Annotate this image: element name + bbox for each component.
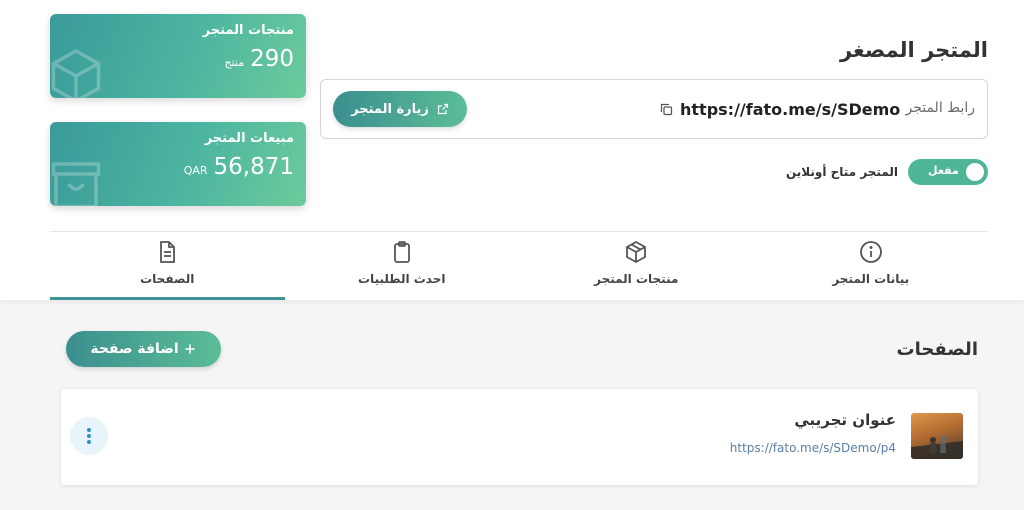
store-url-label: رابط المتجر [905,100,975,116]
online-label: المتجر متاح أونلاين [785,165,898,179]
tab-store-info[interactable]: بيانات المتجر [754,232,989,300]
box-icon [626,240,647,264]
document-icon [160,241,176,263]
page-title: المتجر المصغر [839,38,988,62]
pages-section-title: الصفحات [896,339,978,360]
external-link-icon [437,103,448,115]
plus-icon [184,344,195,354]
tab-store-info-label: بيانات المتجر [832,272,910,286]
toggle-knob [966,163,984,181]
store-header-panel: منتجات المتجر منتج 290 مبيعات المتجر QAR… [0,0,1024,300]
sales-stat-value-row: QAR 56,871 [184,154,294,180]
tab-pages-label: الصفحات [140,272,195,286]
shopping-basket-icon [51,162,101,206]
store-url-value[interactable]: https://fato.me/s/SDemo [680,100,900,119]
sales-stat-card: مبيعات المتجر QAR 56,871 [50,122,306,206]
products-stat-unit: منتج [224,56,245,69]
more-vertical-icon [87,428,91,444]
products-stat-card: منتجات المتجر منتج 290 [50,14,306,98]
box-icon [51,48,101,98]
tab-latest-orders-label: احدث الطلبيات [358,272,446,286]
add-page-button[interactable]: اضافة صفحة [66,331,221,367]
add-page-label: اضافة صفحة [90,341,179,357]
tab-bar: بيانات المتجر منتجات المتجر احدث الطلبيا… [50,232,988,300]
tab-store-products-label: منتجات المتجر [594,272,679,286]
clipboard-icon [393,241,410,263]
toggle-label: مفعل [928,164,959,177]
online-status-row: مفعل المتجر متاح أونلاين [786,159,988,185]
more-options-button[interactable] [70,417,108,455]
tab-pages[interactable]: الصفحات [50,232,285,300]
products-stat-value-row: منتج 290 [224,46,294,72]
page-thumbnail [911,413,963,459]
thumbnail-image [911,435,963,459]
online-toggle[interactable]: مفعل [908,159,988,185]
products-stat-value: 290 [250,46,294,72]
page-name: عنوان تجريبي [794,411,896,429]
store-url-box: رابط المتجر https://fato.me/s/SDemo زيار… [320,79,988,139]
sales-stat-title: مبيعات المتجر [204,131,294,146]
visit-store-label: زيارة المتجر [351,101,429,117]
copy-icon[interactable] [659,102,674,117]
sales-stat-unit: QAR [183,164,208,177]
visit-store-button[interactable]: زيارة المتجر [333,91,467,127]
store-url-row: https://fato.me/s/SDemo [659,100,900,119]
tab-latest-orders[interactable]: احدث الطلبيات [285,232,520,300]
page-url[interactable]: https://fato.me/s/SDemo/p4 [730,441,896,455]
products-stat-title: منتجات المتجر [202,23,294,38]
info-icon [859,241,882,263]
tab-store-products[interactable]: منتجات المتجر [519,232,754,300]
sales-stat-value: 56,871 [213,154,294,180]
list-item[interactable]: عنوان تجريبي https://fato.me/s/SDemo/p4 [61,389,978,485]
